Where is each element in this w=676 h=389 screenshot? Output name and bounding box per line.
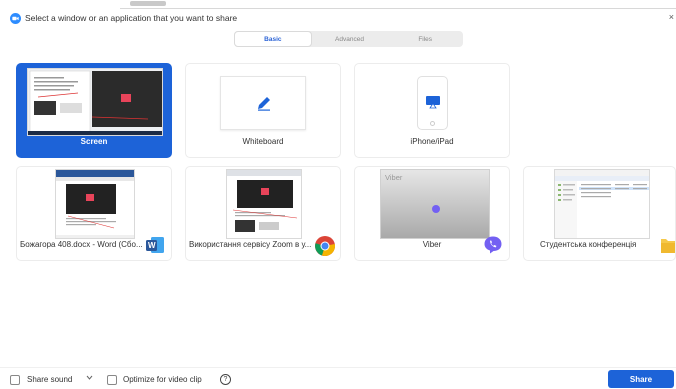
home-button: [430, 121, 435, 126]
pencil-icon: [255, 94, 273, 114]
viber-thumb-title: Viber: [385, 173, 403, 182]
word-thumbnail: [55, 169, 135, 239]
tab-basic[interactable]: Basic: [234, 31, 312, 47]
tile-viber-window[interactable]: Viber Viber: [354, 166, 510, 261]
tile-label: Whiteboard: [242, 137, 284, 146]
chrome-app-icon: [314, 235, 335, 256]
whiteboard-thumbnail: [220, 76, 306, 130]
tab-advanced[interactable]: Advanced: [312, 31, 388, 47]
window-title: Select a window or an application that y…: [25, 13, 238, 23]
tile-folder-window[interactable]: Студентська конференція: [523, 166, 676, 261]
optimize-video-checkbox[interactable]: [107, 375, 117, 385]
tile-label: Screen: [80, 137, 108, 146]
tile-label: Використання сервісу Zoom в у...: [189, 240, 312, 249]
viber-app-icon: [483, 235, 503, 255]
phone-thumbnail: [417, 76, 448, 130]
tile-chrome-window[interactable]: Використання сервісу Zoom в у...: [185, 166, 341, 261]
share-mode-tabs: Basic Advanced Files: [234, 31, 463, 47]
tile-whiteboard[interactable]: Whiteboard: [185, 63, 341, 158]
divider: [120, 8, 676, 9]
tile-word-document[interactable]: Божагора 408.docx - Word (Сбо... W: [16, 166, 172, 261]
zoom-logo-icon: [10, 13, 21, 24]
chrome-thumbnail: [226, 169, 302, 239]
viber-logo-dot: [432, 205, 440, 213]
optimize-video-label: Optimize for video clip: [123, 375, 202, 384]
tile-label: Студентська конференція: [540, 240, 637, 249]
tile-label: Божагора 408.docx - Word (Сбо...: [20, 240, 143, 249]
tab-files[interactable]: Files: [387, 31, 463, 47]
tile-screen[interactable]: Screen: [16, 63, 172, 158]
window-edge-fragment: [130, 1, 166, 6]
share-sound-label: Share sound: [27, 375, 73, 384]
share-button[interactable]: Share: [608, 370, 674, 388]
viber-thumbnail: Viber: [380, 169, 490, 239]
explorer-thumbnail: [554, 169, 650, 239]
word-letter: W: [148, 241, 156, 250]
title-bar: Select a window or an application that y…: [0, 0, 676, 28]
tile-iphone-ipad[interactable]: iPhone/iPad: [354, 63, 510, 158]
share-sound-checkbox[interactable]: [10, 375, 20, 385]
help-icon[interactable]: ?: [220, 374, 231, 385]
screen-thumbnail: [27, 68, 163, 136]
word-app-icon: W: [145, 235, 165, 255]
bottom-bar: Share sound Optimize for video clip ? Sh…: [0, 367, 676, 389]
airplay-icon: [425, 95, 441, 111]
tile-label: iPhone/iPad: [410, 137, 454, 146]
chevron-down-icon[interactable]: [86, 374, 93, 383]
folder-icon: [661, 235, 675, 255]
close-icon[interactable]: ×: [669, 12, 674, 23]
